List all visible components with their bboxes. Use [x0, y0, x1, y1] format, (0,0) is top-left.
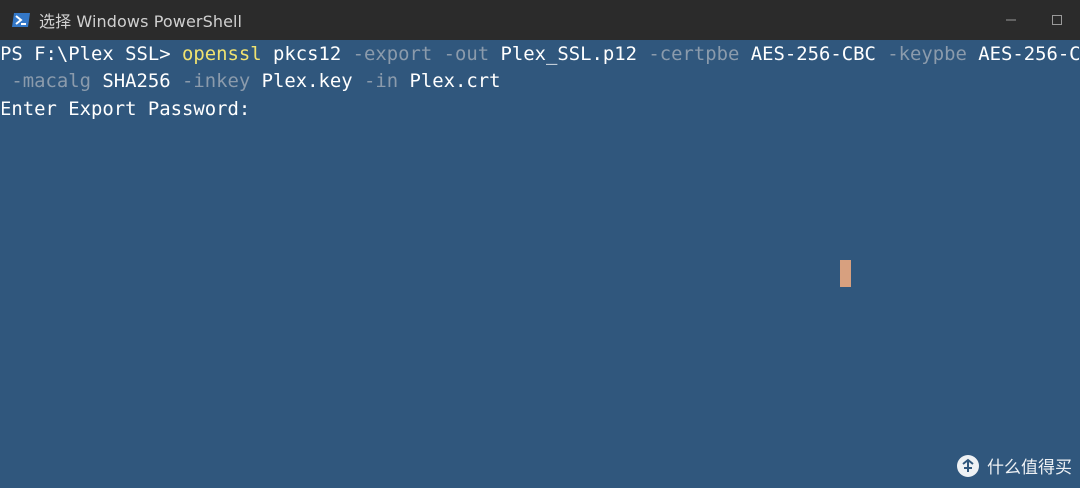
argument: pkcs12 [261, 43, 353, 65]
argument [432, 43, 443, 65]
minimize-icon[interactable] [988, 0, 1034, 40]
argument: AES-256-CBC [739, 43, 888, 65]
parameter: -inkey [182, 70, 251, 92]
argument: Plex.crt [398, 70, 501, 92]
argument: SHA256 [91, 70, 182, 92]
parameter: -out [443, 43, 490, 65]
zhi-logo-icon [956, 454, 980, 478]
text-cursor [840, 260, 851, 287]
parameter: -macalg [11, 70, 91, 92]
terminal-line-3: Enter Export Password: [0, 95, 250, 123]
parameter: -keypbe [887, 43, 967, 65]
argument: Plex_SSL.p12 [489, 43, 649, 65]
window-edge [0, 40, 2, 488]
window-controls [988, 0, 1080, 40]
maximize-icon[interactable] [1034, 0, 1080, 40]
watermark: 什么值得买 [956, 453, 1072, 478]
parameter: -export [352, 43, 433, 65]
powershell-window: 选择 Windows PowerShell PS F:\Plex SSL> op… [0, 0, 1080, 488]
argument: AES-256-CBC [978, 43, 1080, 65]
parameter: -certpbe [648, 43, 740, 65]
terminal-output[interactable]: PS F:\Plex SSL> openssl pkcs12 -export -… [0, 40, 1080, 488]
window-title: 选择 Windows PowerShell [39, 12, 243, 31]
powershell-icon[interactable] [11, 10, 31, 30]
password-prompt: Enter Export Password: [0, 98, 251, 120]
terminal-line-1: PS F:\Plex SSL> openssl pkcs12 -export -… [0, 40, 1080, 68]
title-bar[interactable]: 选择 Windows PowerShell [0, 0, 1080, 40]
watermark-text: 什么值得买 [987, 458, 1072, 478]
argument: Plex.key [250, 70, 364, 92]
parameter: -in [363, 70, 399, 92]
prompt: PS F:\Plex SSL> [0, 43, 182, 65]
command-openssl: openssl [181, 43, 262, 65]
terminal-line-2: -macalg SHA256 -inkey Plex.key -in Plex.… [0, 67, 500, 95]
